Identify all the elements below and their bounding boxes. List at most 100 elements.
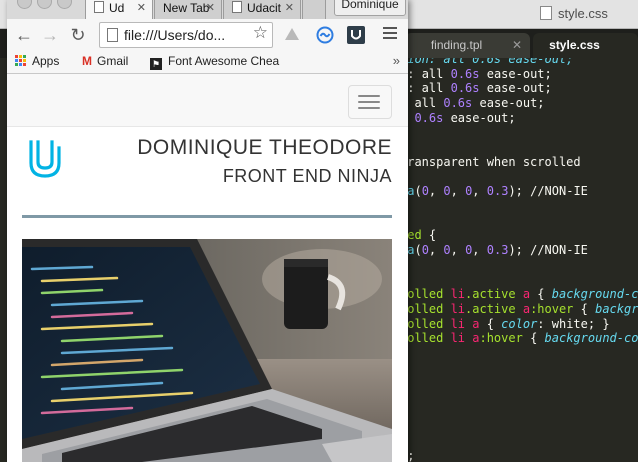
code-token: :hover: [479, 331, 523, 346]
code-line: n: all 0.6s ease-out;: [400, 81, 552, 96]
code-line: rolled li a:hover { background-co: [400, 331, 638, 346]
code-token: {: [530, 287, 552, 302]
code-line: rolled li a { color: white; }: [400, 317, 610, 332]
browser-tab-strip: Ud ✕ New Tab ✕ Udacit ✕ Dominique: [7, 0, 408, 20]
close-tab-icon[interactable]: ✕: [137, 1, 146, 15]
bookmarks-overflow-icon[interactable]: »: [393, 53, 400, 68]
code-token: : all: [407, 81, 451, 96]
google-drive-icon[interactable]: [283, 26, 301, 44]
code-token: ); //NON-IE: [508, 184, 588, 199]
code-token: 0.6s: [414, 110, 444, 125]
site-navbar: [7, 74, 408, 127]
close-window-icon[interactable]: [17, 0, 32, 9]
code-token: ,: [428, 184, 444, 199]
code-token: {: [573, 301, 596, 316]
site-owner-role: FRONT END NINJA: [222, 166, 392, 186]
code-line: rolled li.active a { background-co: [400, 287, 638, 302]
code-token: 0.6s: [450, 66, 480, 81]
code-token: 0.6s: [450, 81, 480, 96]
code-token: ); //NON-IE: [508, 243, 588, 258]
browser-tab-new[interactable]: New Tab ✕: [154, 0, 222, 20]
browser-tab-udacity[interactable]: Udacit ✕: [223, 0, 301, 20]
editor-tab-finding[interactable]: finding.tpl ✕: [405, 33, 530, 58]
code-token: {: [522, 331, 545, 346]
code-token: ,: [428, 243, 444, 258]
profile-button[interactable]: Dominique: [334, 0, 406, 16]
reload-icon[interactable]: ↻: [67, 24, 89, 46]
address-bar[interactable]: file:///Users/do... ☆: [99, 22, 273, 48]
menu-icon[interactable]: [383, 27, 397, 41]
apps-icon: [15, 55, 26, 66]
code-token: (: [414, 184, 422, 199]
browser-window: Ud ✕ New Tab ✕ Udacit ✕ Dominique ← → ↻ …: [7, 0, 408, 462]
code-token: ,: [472, 184, 487, 199]
bookmarks-bar: Apps M Gmail ⚑ Font Awesome Chea »: [7, 51, 408, 74]
code-line: l 0.6s ease-out;: [400, 111, 516, 126]
code-token: (: [414, 243, 422, 258]
code-token: ease-out;: [479, 81, 552, 96]
editor-title: style.css: [540, 6, 608, 21]
editor-tab-label: style.css: [549, 38, 600, 52]
code-token: {: [421, 228, 437, 243]
forward-arrow-icon[interactable]: →: [39, 24, 61, 46]
code-token: all: [421, 66, 451, 81]
editor-tab-style[interactable]: style.css: [533, 33, 638, 58]
code-token: ease-out;: [472, 96, 545, 111]
close-icon[interactable]: ✕: [512, 33, 522, 58]
close-tab-icon[interactable]: ✕: [206, 1, 215, 15]
font-awesome-icon: ⚑: [150, 58, 162, 70]
minimize-window-icon[interactable]: [37, 0, 52, 9]
code-token: ,: [450, 243, 466, 258]
tab-label: New Tab: [163, 1, 210, 15]
code-token: : white; }: [537, 316, 610, 331]
code-token: :hover: [530, 301, 574, 316]
code-token: ease-out;: [443, 110, 516, 125]
code-token: a: [522, 301, 531, 316]
editor-title-text: style.css: [558, 6, 608, 21]
code-token: background-co: [544, 331, 638, 346]
header-divider: [22, 215, 392, 218]
code-token: li a: [450, 331, 480, 346]
code-token: :: [407, 66, 422, 81]
sync-extension-icon[interactable]: [316, 26, 334, 44]
udacity-extension-icon[interactable]: [347, 26, 365, 44]
navbar-toggle-button[interactable]: [348, 85, 392, 119]
laptop-hero-image: [22, 239, 392, 462]
browser-tab-udacity-active[interactable]: Ud ✕: [85, 0, 153, 19]
code-line: : all 0.6s ease-out;: [400, 96, 545, 111]
close-tab-icon[interactable]: ✕: [285, 1, 294, 15]
code-line: pa(0, 0, 0, 0.3); //NON-IE: [400, 243, 588, 258]
editor-tab-label: finding.tpl: [430, 38, 483, 52]
code-line: transparent when scrolled: [400, 155, 581, 170]
bookmark-apps[interactable]: Apps: [15, 54, 59, 68]
back-arrow-icon[interactable]: ←: [13, 24, 35, 46]
code-token: ease-out;: [479, 66, 552, 81]
bookmark-star-icon[interactable]: ☆: [253, 23, 268, 43]
page-icon: [94, 1, 104, 13]
code-line: tion: all 0.6s ease-out;: [400, 58, 573, 67]
code-token: ,: [472, 243, 487, 258]
code-token: 0: [421, 184, 429, 199]
code-area[interactable]: tion: all 0.6s ease-out; n: all 0.6s ease…: [400, 58, 638, 462]
address-text: file:///Users/do...: [124, 27, 226, 43]
udacity-logo-icon[interactable]: [22, 136, 68, 182]
code-token: ;: [407, 448, 415, 462]
code-token: color: [501, 316, 538, 331]
code-token: backgro: [595, 301, 638, 316]
code-token: a: [522, 287, 531, 302]
code-token: li: [450, 287, 466, 302]
browser-toolbar: ← → ↻ file:///Users/do... ☆: [7, 19, 408, 51]
code-token: ,: [450, 184, 466, 199]
page-icon: [107, 28, 118, 42]
page-viewport: DOMINIQUE THEODORE FRONT END NINJA: [7, 74, 408, 462]
code-token: 0.6s: [443, 96, 473, 111]
code-token: background-co: [551, 287, 638, 302]
bookmark-gmail[interactable]: M Gmail: [82, 54, 128, 68]
bookmark-label: Gmail: [97, 54, 129, 68]
bookmark-font-awesome[interactable]: ⚑ Font Awesome Chea: [150, 54, 279, 70]
code-token: 0.3: [486, 243, 509, 258]
new-tab-button[interactable]: [302, 0, 326, 20]
tab-label: Udacit: [247, 1, 282, 15]
zoom-window-icon[interactable]: [57, 0, 72, 9]
code-line: rolled li.active a:hover { backgro: [400, 302, 638, 317]
